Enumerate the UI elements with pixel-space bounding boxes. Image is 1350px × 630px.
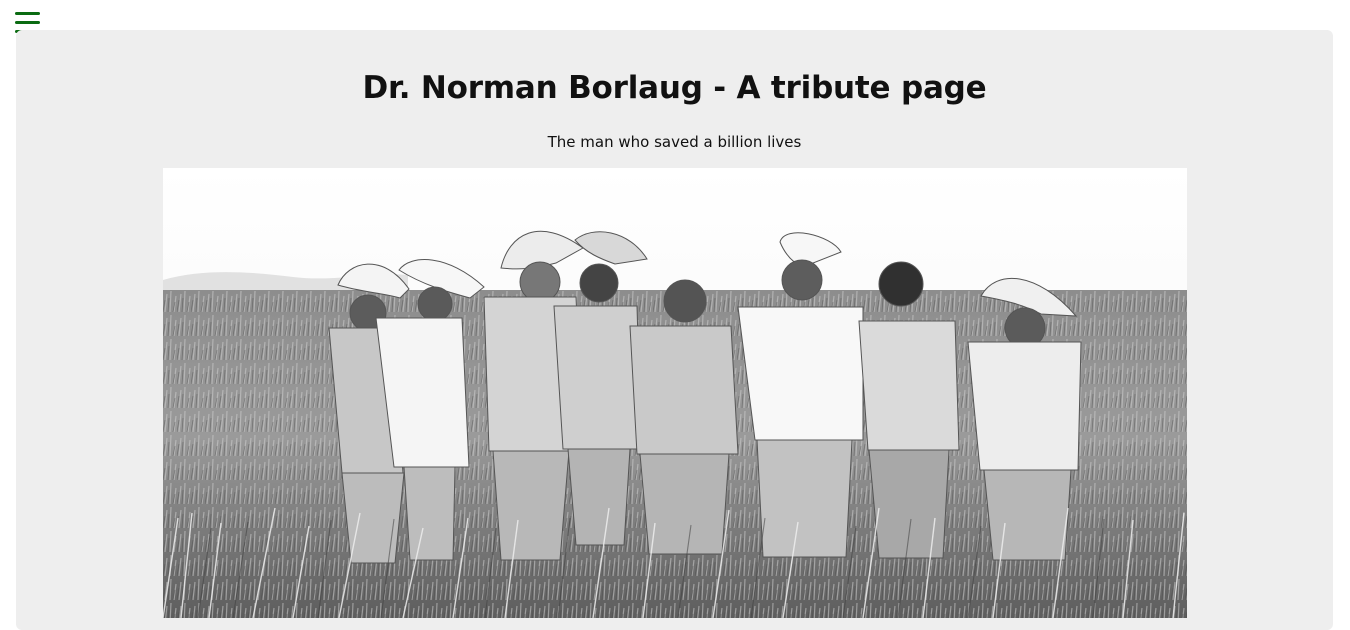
page-subtitle: The man who saved a billion lives [547,133,802,151]
tribute-photo [163,168,1187,618]
main-content-card: Dr. Norman Borlaug - A tribute page The … [16,30,1333,630]
hamburger-menu-icon-bar [15,21,40,24]
wheat-field-photo-illustration [163,168,1187,618]
hamburger-menu-icon-bar [15,12,40,15]
page-title: Dr. Norman Borlaug - A tribute page [362,70,987,106]
